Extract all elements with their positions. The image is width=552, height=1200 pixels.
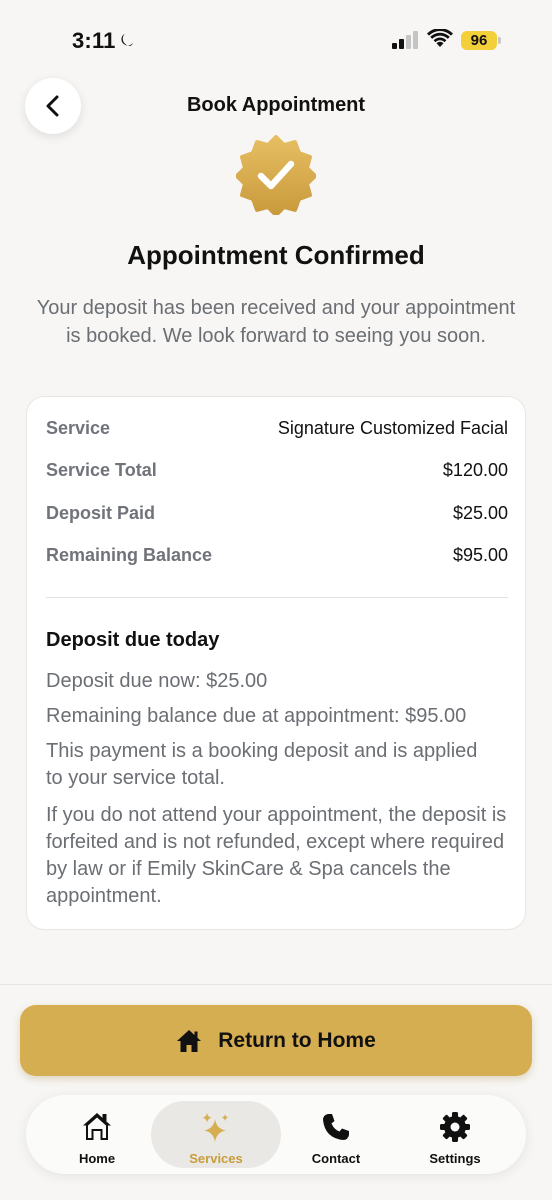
tab-label: Settings [429, 1151, 481, 1166]
moon-icon [121, 33, 134, 46]
row-value: Signature Customized Facial [277, 417, 508, 438]
return-to-home-label: Return to Home [218, 1028, 376, 1052]
wifi-icon [427, 29, 453, 47]
row-label: Service Total [46, 459, 157, 480]
cancellation-policy-text: If you do not attend your appointment, t… [46, 804, 507, 907]
row-label: Deposit Paid [46, 502, 156, 523]
battery-indicator: 96 [461, 31, 501, 50]
status-time: 3:11 [72, 28, 116, 53]
home-icon [177, 1029, 202, 1052]
phone-icon [323, 1114, 349, 1140]
remaining-balance-text: Remaining balance due at appointment: $9… [46, 705, 467, 727]
page-title: Book Appointment [186, 94, 366, 116]
footer-separator [0, 984, 552, 985]
battery-tip [498, 37, 501, 44]
tab-settings[interactable]: Settings [390, 1101, 520, 1168]
gear-icon [440, 1112, 470, 1142]
summary-row-remaining-balance: Remaining Balance $95.00 [46, 541, 508, 569]
summary-row-service: Service Signature Customized Facial [46, 414, 508, 442]
verified-badge-icon [236, 135, 316, 215]
cellular-signal-icon [392, 31, 418, 49]
confirmation-title: Appointment Confirmed [127, 240, 425, 270]
tab-services[interactable]: Services [151, 1101, 281, 1168]
tab-bar: Home Services Contact Settings [26, 1095, 526, 1174]
row-label: Service [46, 417, 111, 438]
divider [46, 597, 508, 598]
sparkles-icon [202, 1113, 229, 1142]
confirmation-message: Your deposit has been received and your … [36, 297, 516, 347]
deposit-section-title: Deposit due today [46, 629, 220, 651]
row-value: $25.00 [452, 502, 508, 523]
status-bar: 3:11 96 [0, 0, 552, 80]
home-icon [83, 1113, 111, 1140]
tab-home[interactable]: Home [32, 1101, 162, 1168]
summary-row-service-total: Service Total $120.00 [46, 456, 508, 484]
row-label: Remaining Balance [46, 544, 213, 565]
return-to-home-button[interactable]: Return to Home [20, 1005, 532, 1076]
deposit-policy-text: This payment is a booking deposit and is… [46, 740, 478, 789]
deposit-due-now-text: Deposit due now: $25.00 [46, 670, 268, 692]
battery-level: 96 [470, 32, 488, 49]
row-value: $95.00 [452, 544, 508, 565]
tab-label: Contact [311, 1151, 361, 1166]
row-value: $120.00 [442, 459, 508, 480]
summary-row-deposit-paid: Deposit Paid $25.00 [46, 499, 508, 527]
tab-label: Home [78, 1151, 116, 1166]
tab-label: Services [189, 1151, 243, 1166]
booking-summary-card: Service Signature Customized Facial Serv… [26, 396, 526, 930]
tab-contact[interactable]: Contact [271, 1101, 401, 1168]
